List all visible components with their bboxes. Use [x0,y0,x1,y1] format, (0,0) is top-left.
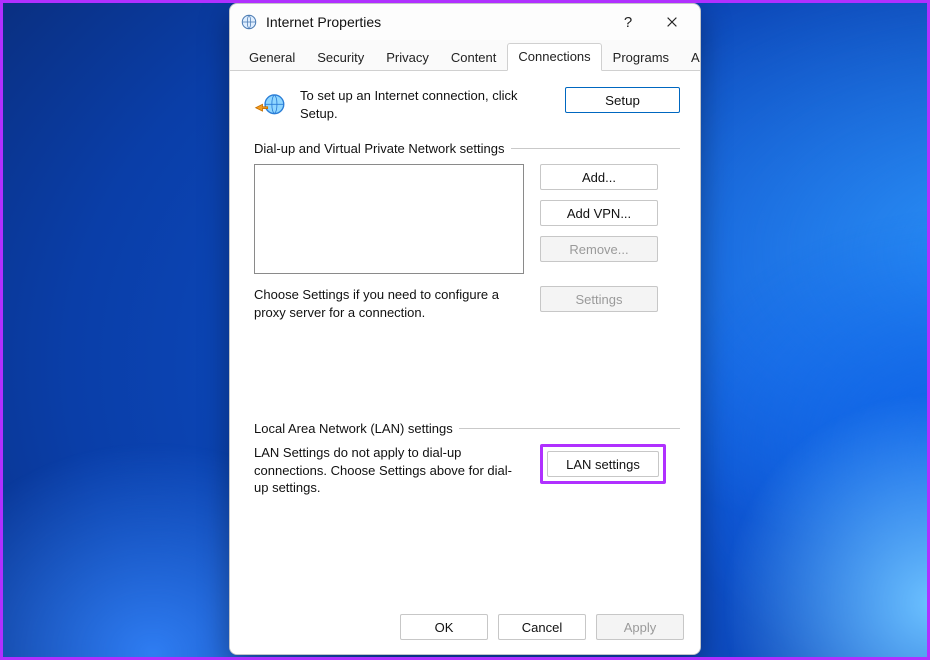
apply-button[interactable]: Apply [596,614,684,640]
lan-settings-highlight: LAN settings [540,444,666,484]
tab-programs[interactable]: Programs [602,44,680,71]
groupbox-line [511,148,681,149]
tab-content[interactable]: Content [440,44,508,71]
lan-settings-text: LAN Settings do not apply to dial-up con… [254,444,524,497]
dialup-connections-list[interactable] [254,164,524,274]
window-title: Internet Properties [266,14,606,30]
group-dialup-title: Dial-up and Virtual Private Network sett… [254,141,505,156]
cancel-button[interactable]: Cancel [498,614,586,640]
desktop-wallpaper: Internet Properties ? General Security P… [0,0,930,660]
setup-text: To set up an Internet connection, click … [300,87,545,122]
setup-button[interactable]: Setup [565,87,680,113]
dialup-choose-settings-text: Choose Settings if you need to configure… [254,286,524,321]
close-button[interactable] [650,8,694,36]
close-icon [665,15,679,29]
groupbox-line [459,428,680,429]
help-icon: ? [624,14,632,31]
globe-wizard-icon [254,89,288,123]
tab-advanced[interactable]: Advanced [680,44,701,71]
help-button[interactable]: ? [606,8,650,36]
tab-strip: General Security Privacy Content Connect… [230,40,700,71]
group-dialup: Dial-up and Virtual Private Network sett… [254,141,680,321]
remove-connection-button[interactable]: Remove... [540,236,658,262]
add-connection-button[interactable]: Add... [540,164,658,190]
ok-button[interactable]: OK [400,614,488,640]
tab-security[interactable]: Security [306,44,375,71]
titlebar[interactable]: Internet Properties ? [230,4,700,40]
dialup-settings-button[interactable]: Settings [540,286,658,312]
dialog-body: To set up an Internet connection, click … [230,71,700,604]
internet-properties-dialog: Internet Properties ? General Security P… [229,3,701,655]
group-lan: Local Area Network (LAN) settings LAN Se… [254,421,680,497]
add-vpn-button[interactable]: Add VPN... [540,200,658,226]
lan-settings-button[interactable]: LAN settings [547,451,659,477]
tab-privacy[interactable]: Privacy [375,44,440,71]
setup-row: To set up an Internet connection, click … [254,87,680,123]
group-lan-title: Local Area Network (LAN) settings [254,421,453,436]
internet-options-icon [240,13,258,31]
tab-general[interactable]: General [238,44,306,71]
dialog-footer: OK Cancel Apply [230,604,700,654]
tab-connections[interactable]: Connections [507,43,601,71]
